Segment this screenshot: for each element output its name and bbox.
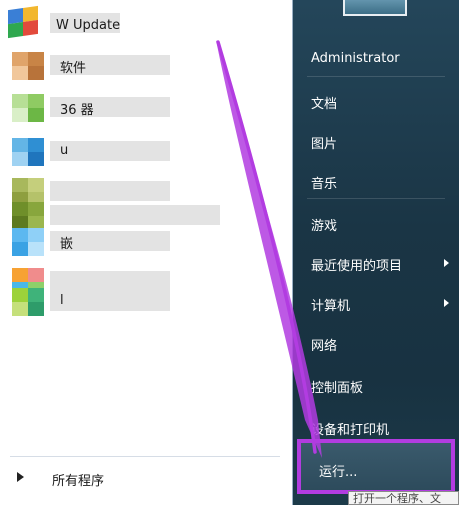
system-link-item[interactable]: 计算机 [305,288,455,318]
system-link-item[interactable]: 网络 [305,328,455,358]
program-item[interactable]: 嵌 [0,222,292,262]
start-menu: W Update 软件 36 器 u 嵌 l 所有程序 Administrator 文档图片… [0,0,459,505]
program-item[interactable]: 36 器 [0,88,292,128]
program-label: l [60,293,64,308]
program-item[interactable]: l [0,282,292,322]
system-link-label: 最近使用的项目 [311,259,403,274]
program-label: 嵌 [60,237,74,252]
system-link-item[interactable]: 音乐 [305,166,455,196]
system-link-item[interactable]: 控制面板 [305,370,455,400]
system-link-item[interactable]: Administrator [305,44,455,74]
all-programs-label: 所有程序 [52,474,105,489]
program-label: u [60,143,69,158]
program-label: 软件 [60,61,87,76]
system-link-label: 音乐 [311,177,338,192]
all-programs-button[interactable]: 所有程序 [0,462,292,494]
run-button[interactable]: 运行... [313,457,453,481]
system-link-label: 文档 [311,97,338,112]
programs-pane: W Update 软件 36 器 u 嵌 l 所有程序 [0,0,293,505]
program-item[interactable]: u [0,132,292,172]
run-highlight-box: 运行... [297,439,455,494]
submenu-arrow-icon [444,259,449,267]
submenu-arrow-icon [444,299,449,307]
system-link-label: 网络 [311,339,338,354]
redacted-region [50,291,170,311]
arrow-right-icon [17,472,24,482]
program-label: W Update [56,18,121,33]
system-link-label: 游戏 [311,219,338,234]
browser-icon [12,94,44,122]
system-link-item[interactable]: 游戏 [305,208,455,238]
system-link-label: 图片 [311,137,338,152]
system-link-label: 计算机 [311,299,351,314]
app-icon-lime [12,288,44,316]
app-icon-blue [12,138,44,166]
run-label: 运行... [319,465,358,480]
separator [307,76,445,77]
run-tooltip: 打开一个程序、文 [348,491,459,505]
system-link-item[interactable]: 文档 [305,86,455,116]
system-link-item[interactable]: 最近使用的项目 [305,248,455,278]
program-item[interactable]: W Update [0,4,292,44]
software-manager-icon [12,52,44,80]
app-icon-lightblue [12,228,44,256]
system-link-label: 控制面板 [311,381,364,396]
user-picture[interactable] [343,0,407,16]
windows-update-icon [8,5,38,39]
program-label: 36 器 [60,103,94,118]
system-link-item[interactable]: 图片 [305,126,455,156]
separator [307,198,445,199]
system-link-item[interactable]: 设备和打印机 [305,412,455,442]
system-link-label: Administrator [311,51,400,66]
system-links-pane: Administrator 文档图片音乐游戏最近使用的项目 计算机网络控制面板设备和… [293,0,459,505]
divider [10,456,280,457]
system-link-label: 设备和打印机 [311,423,390,438]
program-item[interactable]: 软件 [0,46,292,86]
